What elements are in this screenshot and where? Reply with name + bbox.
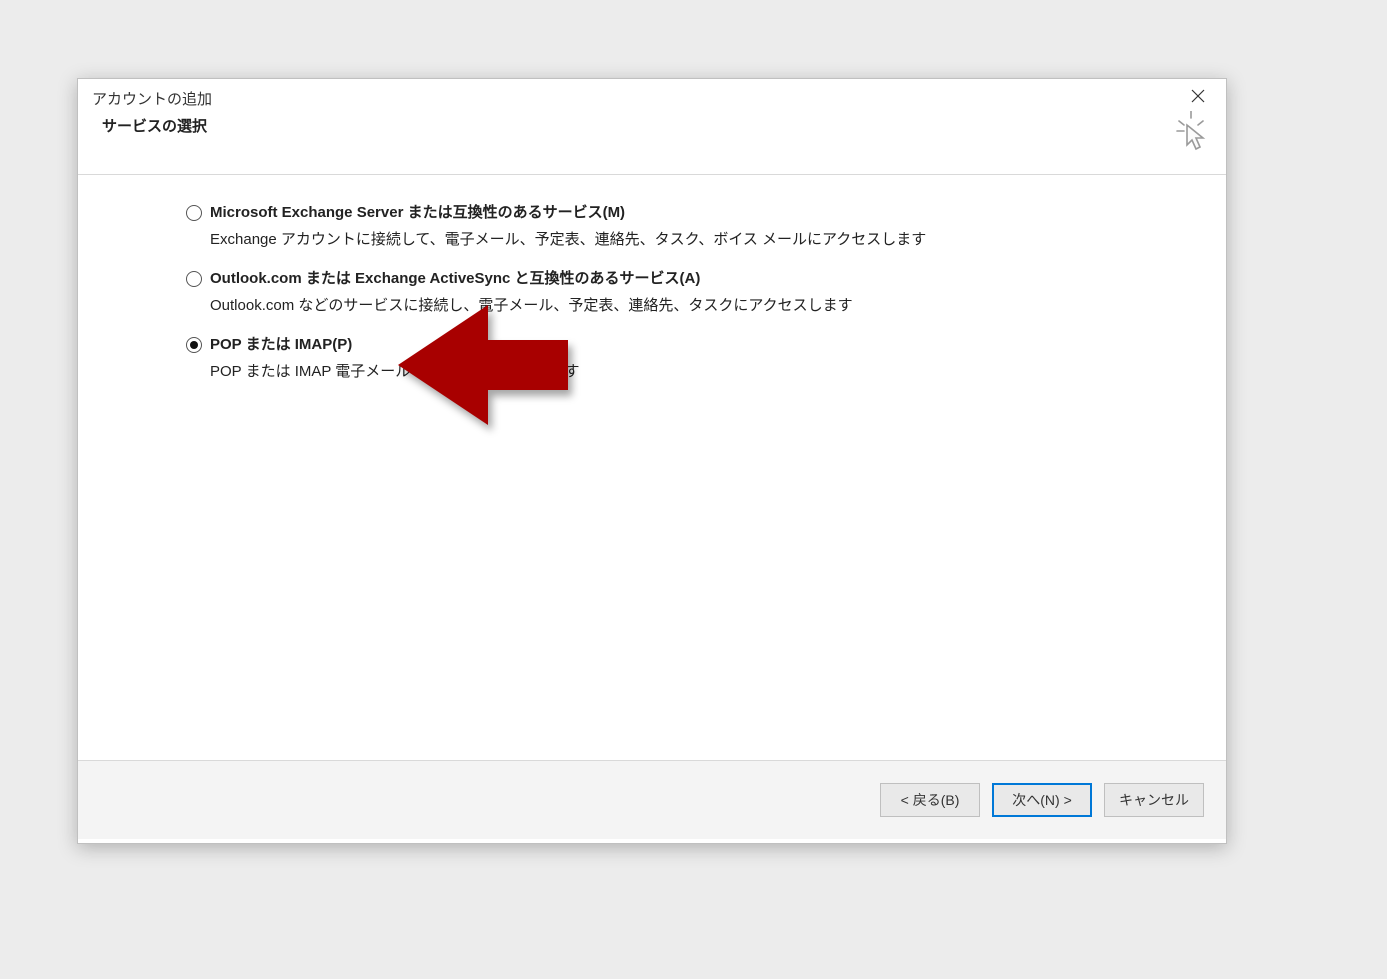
wizard-heading: サービスの選択 — [102, 115, 207, 136]
option-outlookcom-label: Outlook.com または Exchange ActiveSync と互換性… — [210, 269, 853, 289]
radio-outlookcom[interactable] — [186, 271, 202, 287]
next-button[interactable]: 次へ(N) > — [992, 783, 1092, 817]
option-outlookcom[interactable]: Outlook.com または Exchange ActiveSync と互換性… — [186, 269, 1186, 317]
titlebar: アカウントの追加 — [78, 79, 1226, 113]
option-pop-imap-label: POP または IMAP(P) — [210, 335, 579, 355]
option-pop-imap-desc: POP または IMAP 電子メール アカウントに接続します — [210, 361, 579, 383]
add-account-dialog: アカウントの追加 サービスの選択 — [77, 78, 1227, 844]
option-outlookcom-desc: Outlook.com などのサービスに接続し、電子メール、予定表、連絡先、タス… — [210, 295, 853, 317]
close-icon — [1191, 89, 1205, 103]
option-pop-imap[interactable]: POP または IMAP(P) POP または IMAP 電子メール アカウント… — [186, 335, 1186, 383]
option-exchange-desc: Exchange アカウントに接続して、電子メール、予定表、連絡先、タスク、ボイ… — [210, 229, 926, 251]
dialog-title: アカウントの追加 — [92, 88, 212, 109]
back-button[interactable]: < 戻る(B) — [880, 783, 980, 817]
option-exchange-label: Microsoft Exchange Server または互換性のあるサービス(… — [210, 203, 926, 223]
wizard-header: サービスの選択 — [78, 113, 1226, 175]
radio-pop-imap[interactable] — [186, 337, 202, 353]
option-exchange[interactable]: Microsoft Exchange Server または互換性のあるサービス(… — [186, 203, 1186, 251]
cursor-click-icon — [1174, 111, 1208, 154]
radio-exchange[interactable] — [186, 205, 202, 221]
close-button[interactable] — [1184, 88, 1212, 108]
wizard-body: Microsoft Exchange Server または互換性のあるサービス(… — [78, 175, 1226, 761]
cancel-button[interactable]: キャンセル — [1104, 783, 1204, 817]
wizard-footer: < 戻る(B) 次へ(N) > キャンセル — [78, 761, 1226, 839]
